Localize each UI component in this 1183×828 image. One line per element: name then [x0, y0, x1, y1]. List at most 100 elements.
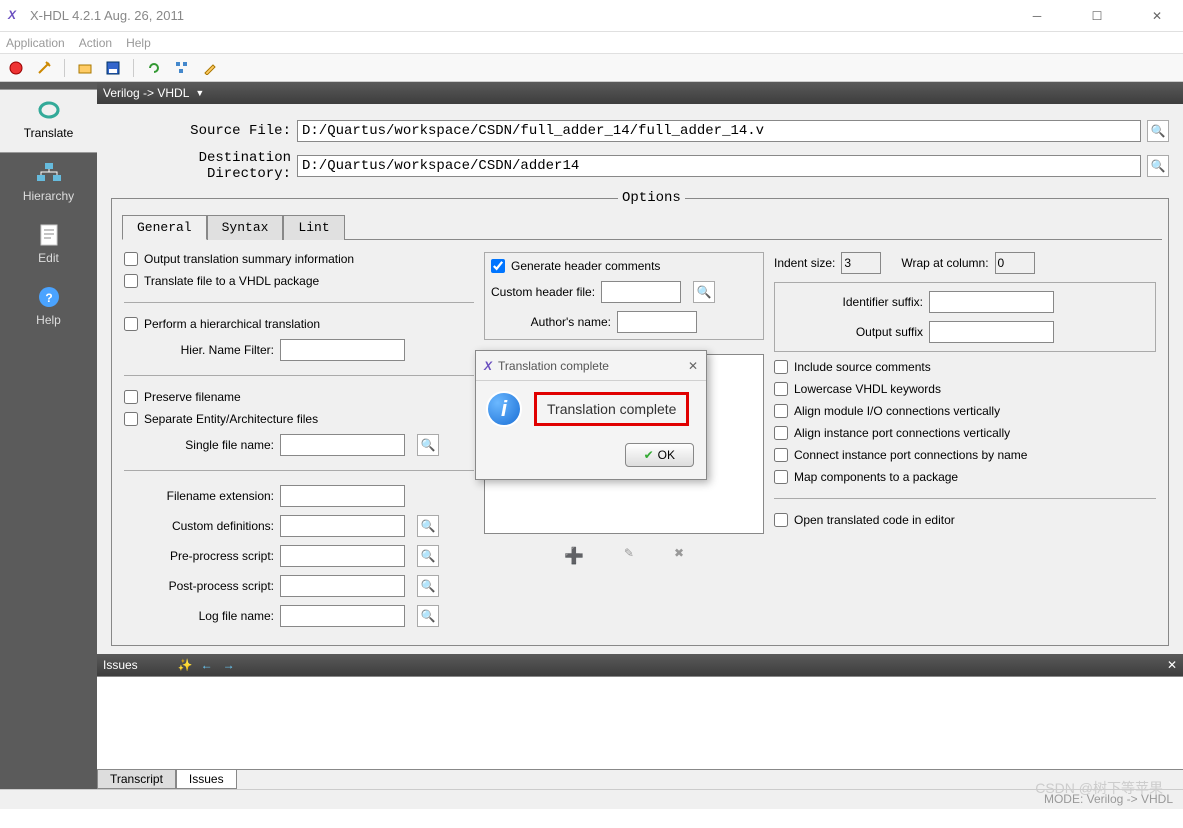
dialog-message: Translation complete [534, 392, 689, 426]
tab-lint[interactable]: Lint [283, 215, 344, 240]
chk-align-io[interactable] [774, 404, 788, 418]
source-file-input[interactable] [297, 120, 1141, 142]
edit-icon [34, 223, 64, 247]
browse-source-button[interactable]: 🔍 [1147, 120, 1169, 142]
list-add-icon[interactable]: ➕ [564, 546, 584, 566]
options-legend: Options [618, 190, 685, 206]
toolbar-tree-icon[interactable] [172, 58, 192, 78]
window-titlebar: X X-HDL 4.2.1 Aug. 26, 2011 ─ ☐ ✕ [0, 0, 1183, 32]
issues-label: Issues [103, 658, 138, 672]
sidebar-item-hierarchy[interactable]: Hierarchy [0, 153, 97, 215]
wrap-label: Wrap at column: [901, 256, 988, 270]
ident-suffix-input[interactable] [929, 291, 1054, 313]
browse-pre-script[interactable]: 🔍 [417, 545, 439, 567]
custom-def-input[interactable] [280, 515, 405, 537]
hier-filter-input[interactable] [280, 339, 405, 361]
custom-header-input[interactable] [601, 281, 681, 303]
dest-dir-input[interactable] [297, 155, 1141, 177]
log-file-input[interactable] [280, 605, 405, 627]
dialog-close-icon[interactable]: ✕ [688, 359, 698, 373]
chk-separate-files[interactable] [124, 412, 138, 426]
browse-dest-button[interactable]: 🔍 [1147, 155, 1169, 177]
log-file-label: Log file name: [124, 609, 274, 623]
hier-filter-label: Hier. Name Filter: [124, 343, 274, 357]
chk-align-port[interactable] [774, 426, 788, 440]
tab-syntax[interactable]: Syntax [207, 215, 284, 240]
mode-bar[interactable]: Verilog -> VHDL ▼ [97, 82, 1183, 104]
chk-open-editor-label: Open translated code in editor [794, 513, 955, 527]
ok-button[interactable]: ✔ OK [625, 443, 694, 467]
chk-connect-name-label: Connect instance port connections by nam… [794, 448, 1027, 462]
chk-translate-pkg[interactable] [124, 274, 138, 288]
toolbar-separator [64, 59, 65, 77]
browse-single-file[interactable]: 🔍 [417, 434, 439, 456]
output-suffix-input[interactable] [929, 321, 1054, 343]
toolbar-refresh-icon[interactable] [144, 58, 164, 78]
issues-body[interactable] [97, 676, 1183, 769]
chk-align-io-label: Align module I/O connections vertically [794, 404, 1000, 418]
issues-prev-icon[interactable]: ← [201, 658, 213, 672]
indent-size-spinner[interactable]: 3 [841, 252, 881, 274]
post-script-label: Post-process script: [124, 579, 274, 593]
pre-script-input[interactable] [280, 545, 405, 567]
issues-next-icon[interactable]: → [223, 658, 235, 672]
chk-separate-files-label: Separate Entity/Architecture files [144, 412, 318, 426]
issues-wand-icon[interactable]: ✨ [178, 658, 193, 672]
source-file-label: Source File: [111, 123, 291, 139]
bottom-tab-issues[interactable]: Issues [176, 770, 237, 789]
author-input[interactable] [617, 311, 697, 333]
custom-header-label: Custom header file: [491, 285, 595, 299]
menu-help[interactable]: Help [126, 36, 151, 50]
toolbar-open-icon[interactable] [75, 58, 95, 78]
chk-map-pkg[interactable] [774, 470, 788, 484]
issues-close-icon[interactable]: ✕ [1167, 658, 1177, 672]
chk-gen-header[interactable] [491, 259, 505, 273]
post-script-input[interactable] [280, 575, 405, 597]
close-button[interactable]: ✕ [1139, 9, 1175, 23]
chk-map-pkg-label: Map components to a package [794, 470, 958, 484]
chk-include-comments-label: Include source comments [794, 360, 931, 374]
browse-log-file[interactable]: 🔍 [417, 605, 439, 627]
chk-preserve-filename-label: Preserve filename [144, 390, 241, 404]
toolbar [0, 54, 1183, 82]
toolbar-stop-icon[interactable] [6, 58, 26, 78]
chk-include-comments[interactable] [774, 360, 788, 374]
chk-output-summary-label: Output translation summary information [144, 252, 354, 266]
toolbar-save-icon[interactable] [103, 58, 123, 78]
chk-open-editor[interactable] [774, 513, 788, 527]
single-file-input[interactable] [280, 434, 405, 456]
translation-complete-dialog: X Translation complete ✕ i Translation c… [475, 350, 707, 480]
mode-label: Verilog -> VHDL [103, 86, 189, 100]
tab-general[interactable]: General [122, 215, 207, 240]
sidebar-item-help[interactable]: ? Help [0, 277, 97, 339]
menubar: Application Action Help [0, 32, 1183, 54]
browse-custom-def[interactable]: 🔍 [417, 515, 439, 537]
ok-check-icon: ✔ [644, 448, 654, 462]
filename-ext-input[interactable] [280, 485, 405, 507]
output-suffix-label: Output suffix [783, 325, 923, 339]
chk-connect-name[interactable] [774, 448, 788, 462]
sidebar-item-edit[interactable]: Edit [0, 215, 97, 277]
menu-application[interactable]: Application [6, 36, 65, 50]
bottom-tab-transcript[interactable]: Transcript [97, 770, 176, 789]
browse-post-script[interactable]: 🔍 [417, 575, 439, 597]
chk-output-summary[interactable] [124, 252, 138, 266]
toolbar-edit-icon[interactable] [200, 58, 220, 78]
chk-lowercase[interactable] [774, 382, 788, 396]
minimize-button[interactable]: ─ [1019, 9, 1055, 23]
sidebar-label: Edit [0, 251, 97, 265]
list-edit-icon[interactable]: ✎ [624, 546, 634, 566]
browse-custom-header[interactable]: 🔍 [693, 281, 715, 303]
chk-hierarchical[interactable] [124, 317, 138, 331]
list-remove-icon[interactable]: ✖ [674, 546, 684, 566]
sidebar-item-translate[interactable]: Translate [0, 89, 97, 153]
menu-action[interactable]: Action [79, 36, 112, 50]
maximize-button[interactable]: ☐ [1079, 9, 1115, 23]
toolbar-settings-icon[interactable] [34, 58, 54, 78]
sidebar-label: Hierarchy [0, 189, 97, 203]
ok-label: OK [658, 448, 675, 462]
sidebar-label: Help [0, 313, 97, 327]
chk-lowercase-label: Lowercase VHDL keywords [794, 382, 941, 396]
wrap-col-spinner[interactable]: 0 [995, 252, 1035, 274]
chk-preserve-filename[interactable] [124, 390, 138, 404]
